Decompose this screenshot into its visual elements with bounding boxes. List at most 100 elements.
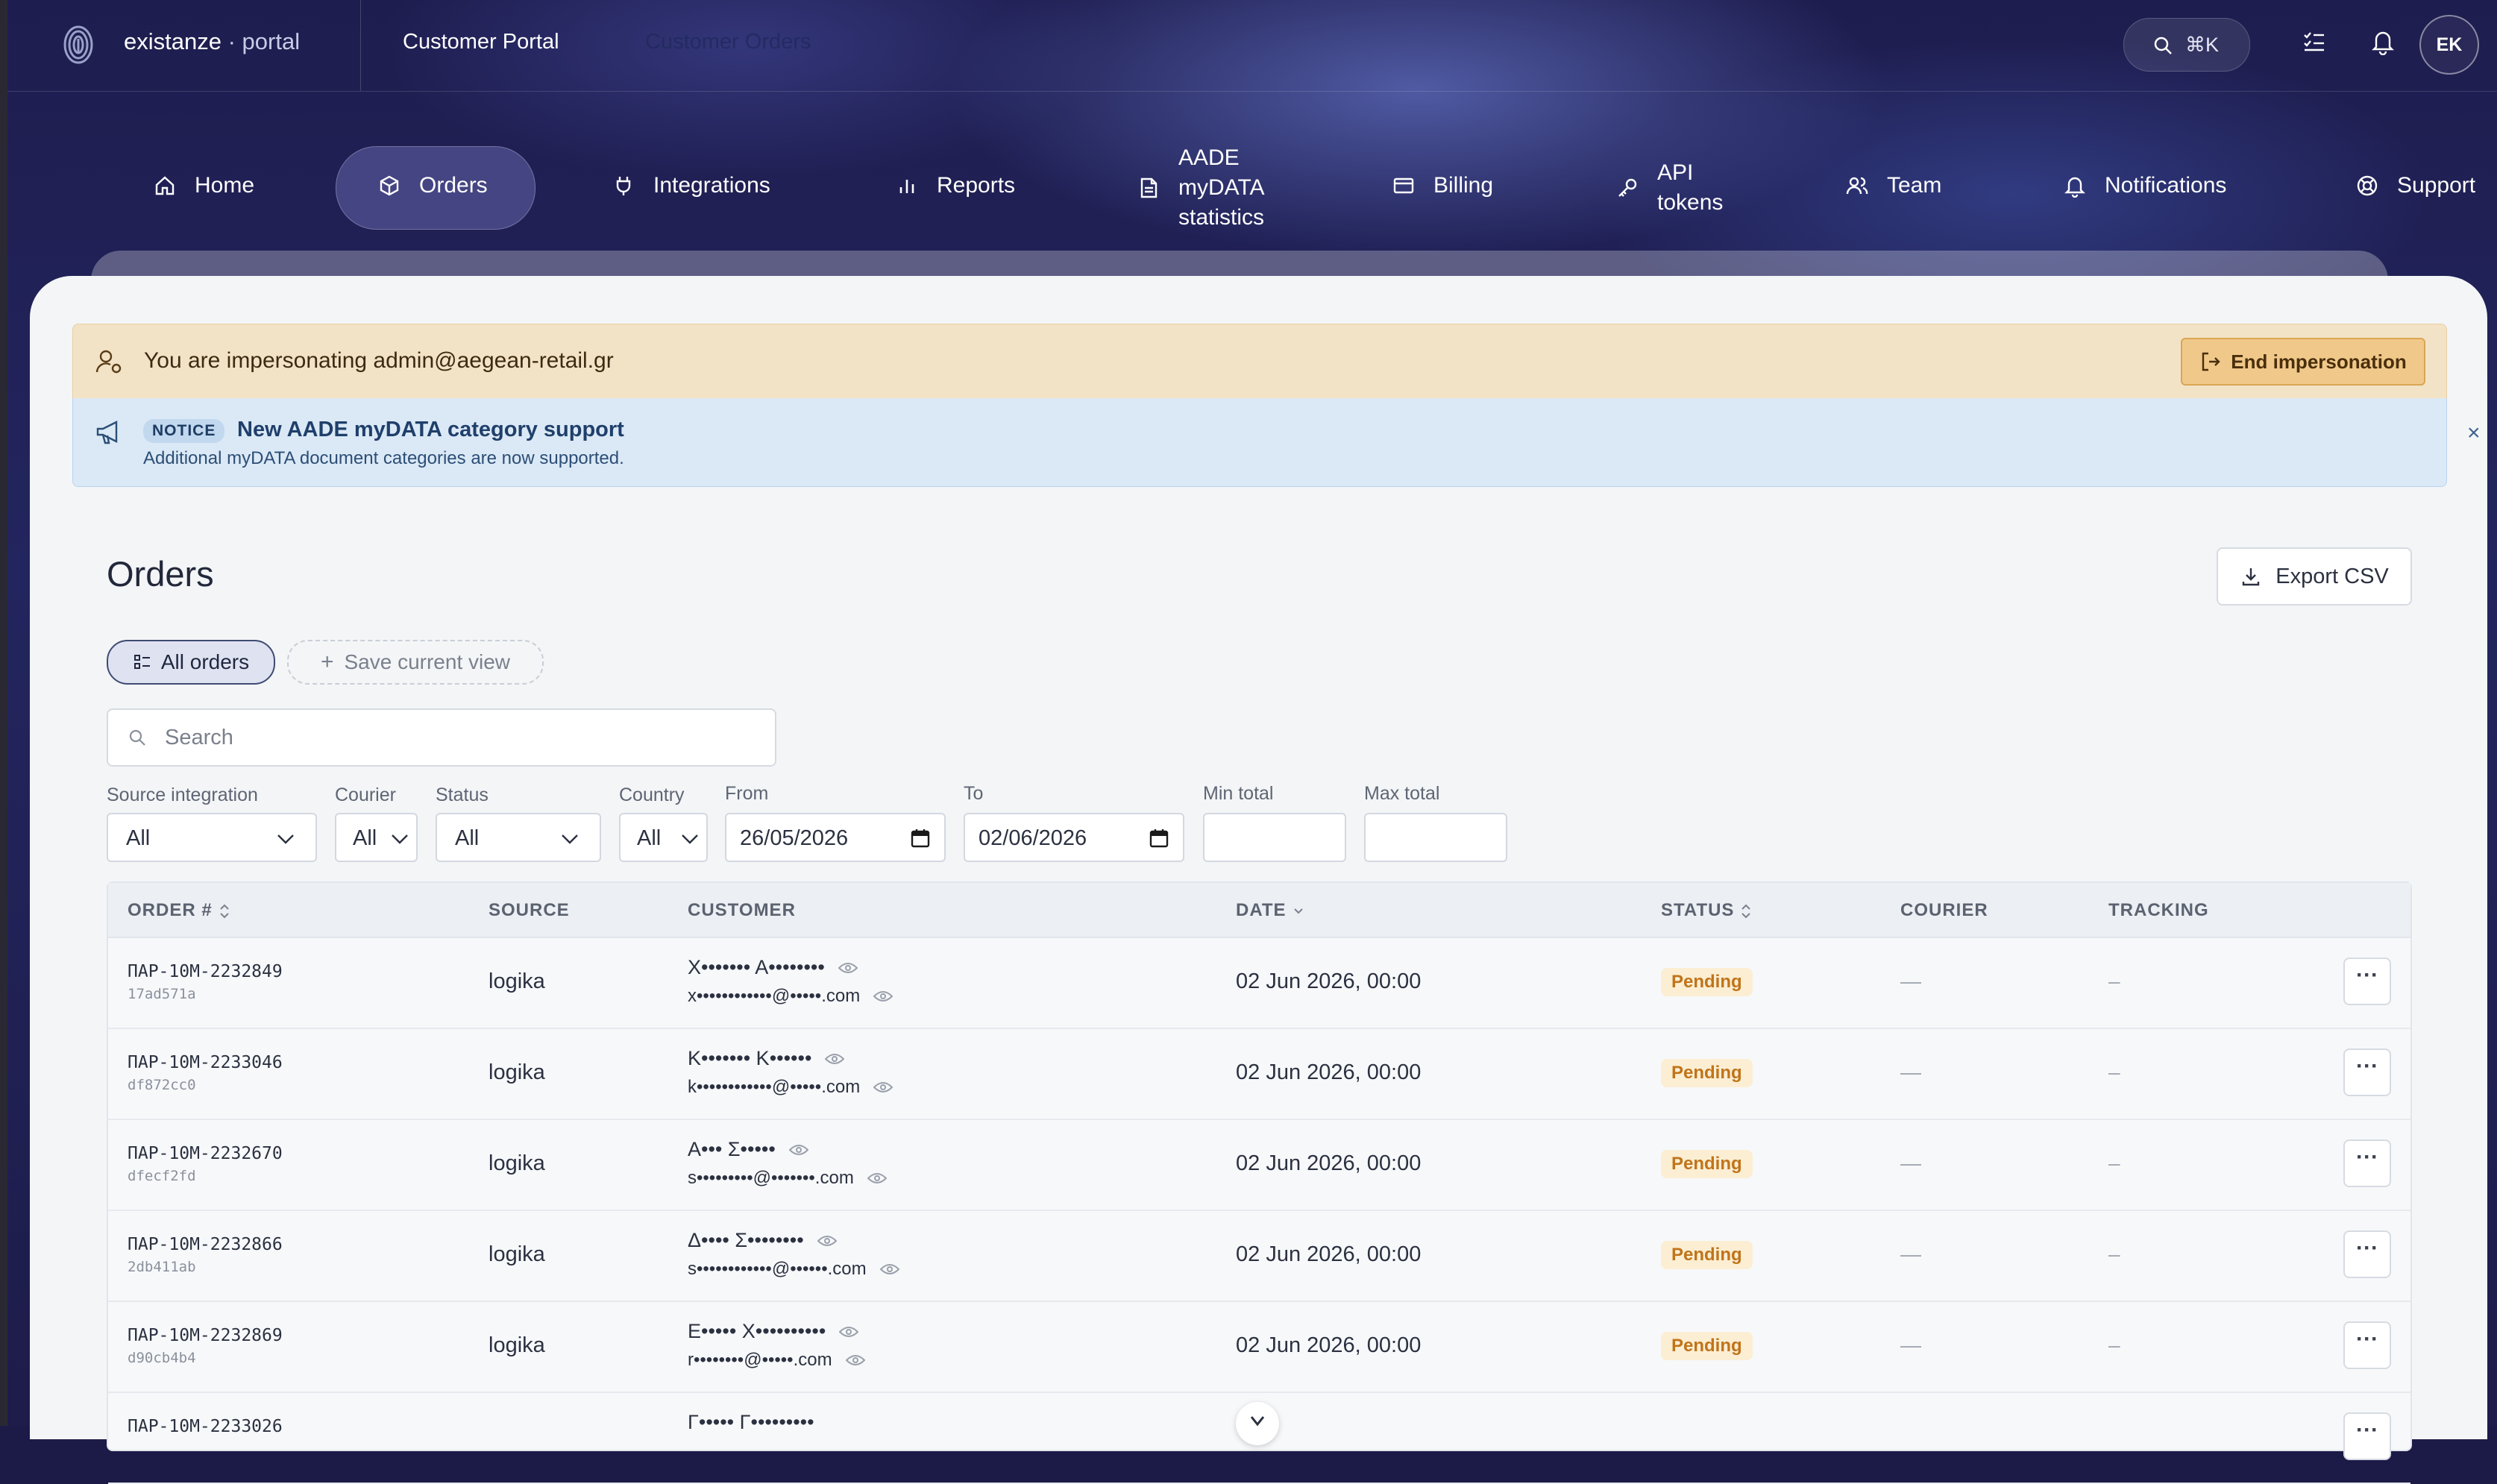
order-tracking: – bbox=[2108, 1242, 2120, 1266]
status-badge: Pending bbox=[1661, 968, 1753, 996]
brand-name: existanze bbox=[124, 28, 222, 54]
eye-icon[interactable] bbox=[879, 1263, 899, 1276]
filter-courier-label: Courier bbox=[335, 785, 396, 805]
filter-max-total-input[interactable] bbox=[1364, 813, 1507, 862]
status-badge: Pending bbox=[1661, 1241, 1753, 1269]
row-actions-button[interactable]: ··· bbox=[2343, 1412, 2391, 1460]
order-tracking: – bbox=[2108, 1333, 2120, 1356]
row-actions-button[interactable]: ··· bbox=[2343, 958, 2391, 1005]
order-hash: d90cb4b4 bbox=[128, 1350, 196, 1366]
filter-country-value: All bbox=[637, 826, 662, 850]
notice-banner: NOTICE New AADE myDATA category support … bbox=[72, 398, 2481, 487]
search-field[interactable] bbox=[107, 708, 776, 767]
scroll-down-button[interactable] bbox=[1236, 1402, 1279, 1445]
nav-orders-label: Orders bbox=[419, 173, 488, 198]
nav-team[interactable]: Team bbox=[1845, 173, 1941, 198]
nav-notifications[interactable]: Notifications bbox=[2063, 173, 2226, 198]
column-customer: CUSTOMER bbox=[688, 900, 796, 920]
orders-table: ORDER # SOURCE CUSTOMER DATE STATUS COUR… bbox=[107, 881, 2412, 1484]
filter-courier-value: All bbox=[353, 826, 377, 850]
filter-to-label: To bbox=[964, 783, 984, 804]
window-edge bbox=[0, 0, 7, 1426]
order-number[interactable]: ΠΑΡ-10Μ-2232866 bbox=[128, 1235, 283, 1254]
order-number[interactable]: ΠΑΡ-10Μ-2233046 bbox=[128, 1053, 283, 1072]
customer-email-text: s••••••••••••@••••••.com bbox=[688, 1259, 867, 1279]
column-order[interactable]: ORDER # bbox=[128, 900, 230, 921]
eye-icon[interactable] bbox=[873, 990, 893, 1003]
eye-icon[interactable] bbox=[867, 1172, 887, 1185]
nav-api-tokens[interactable]: API tokens bbox=[1615, 158, 1723, 218]
status-badge: Pending bbox=[1661, 1332, 1753, 1360]
table-row[interactable]: ΠΑΡ-10Μ-2232670 dfecf2fd logika Α••• Σ••… bbox=[108, 1119, 2410, 1211]
eye-icon[interactable] bbox=[788, 1143, 808, 1157]
table-row[interactable]: ΠΑΡ-10Μ-2233046 df872cc0 logika Κ•••••••… bbox=[108, 1028, 2410, 1120]
row-actions-button[interactable]: ··· bbox=[2343, 1048, 2391, 1096]
nav-orders[interactable]: Orders bbox=[377, 173, 488, 198]
filter-min-total-input[interactable] bbox=[1203, 813, 1346, 862]
save-current-view-button[interactable]: + Save current view bbox=[287, 640, 544, 685]
customer-name: Δ•••• Σ•••••••• bbox=[688, 1229, 837, 1252]
eye-icon[interactable] bbox=[825, 1052, 845, 1066]
breadcrumb-portal[interactable]: Customer Portal bbox=[403, 30, 559, 54]
save-current-view-label: Save current view bbox=[344, 650, 511, 673]
nav-integrations[interactable]: Integrations bbox=[612, 173, 770, 198]
chevron-down-icon bbox=[682, 834, 698, 844]
column-status[interactable]: STATUS bbox=[1661, 900, 1752, 921]
filter-to-date[interactable]: 02/06/2026 bbox=[964, 813, 1184, 862]
chevron-down-icon bbox=[562, 834, 578, 844]
column-date[interactable]: DATE bbox=[1236, 900, 1304, 921]
row-actions-button[interactable]: ··· bbox=[2343, 1230, 2391, 1278]
customer-email: r••••••••@•••••.com bbox=[688, 1350, 865, 1371]
filter-from-date[interactable]: 26/05/2026 bbox=[725, 813, 946, 862]
eye-icon[interactable] bbox=[838, 961, 858, 975]
nav-reports[interactable]: Reports bbox=[895, 173, 1015, 198]
user-avatar[interactable]: EK bbox=[2419, 15, 2479, 75]
eye-icon[interactable] bbox=[817, 1234, 837, 1248]
calendar-icon bbox=[1149, 829, 1169, 848]
brand[interactable]: existanze · portal bbox=[124, 28, 300, 55]
column-courier: COURIER bbox=[1900, 900, 1988, 920]
list-icon bbox=[134, 655, 150, 669]
row-actions-button[interactable]: ··· bbox=[2343, 1139, 2391, 1187]
view-all-orders[interactable]: All orders bbox=[107, 640, 275, 685]
filter-country-select[interactable]: All bbox=[619, 813, 708, 862]
filter-courier-select[interactable]: All bbox=[335, 813, 418, 862]
table-row[interactable]: ΠΑΡ-10Μ-2232849 17ad571a logika Χ•••••••… bbox=[108, 937, 2410, 1029]
checklist-icon[interactable] bbox=[2302, 28, 2327, 54]
customer-email-text: x••••••••••••@•••••.com bbox=[688, 986, 861, 1006]
eye-icon[interactable] bbox=[873, 1081, 893, 1094]
order-number[interactable]: ΠΑΡ-10Μ-2232849 bbox=[128, 962, 283, 981]
customer-name: Α••• Σ••••• bbox=[688, 1138, 808, 1161]
nav-home[interactable]: Home bbox=[153, 173, 254, 198]
page-title: Orders bbox=[107, 554, 214, 594]
filter-source-select[interactable]: All bbox=[107, 813, 317, 862]
status-badge: Pending bbox=[1661, 1059, 1753, 1087]
nav-support[interactable]: Support bbox=[2355, 173, 2475, 198]
customer-email-text: r••••••••@•••••.com bbox=[688, 1350, 832, 1370]
bell-icon[interactable] bbox=[2370, 28, 2396, 55]
order-date: 02 Jun 2026, 00:00 bbox=[1236, 1060, 1422, 1084]
search-input[interactable] bbox=[163, 722, 748, 753]
nav-billing[interactable]: Billing bbox=[1392, 173, 1493, 198]
nav-support-label: Support bbox=[2397, 173, 2476, 198]
customer-name-text: Γ••••• Γ••••••••• bbox=[688, 1411, 814, 1433]
end-impersonation-button[interactable]: End impersonation bbox=[2181, 338, 2425, 386]
eye-icon[interactable] bbox=[839, 1325, 859, 1339]
row-actions-button[interactable]: ··· bbox=[2343, 1321, 2391, 1369]
eye-icon[interactable] bbox=[845, 1353, 865, 1367]
order-source: logika bbox=[489, 1151, 545, 1175]
users-icon bbox=[1846, 177, 1868, 195]
table-row[interactable]: ΠΑΡ-10Μ-2232869 d90cb4b4 logika Ε••••• Χ… bbox=[108, 1301, 2410, 1393]
export-csv-button[interactable]: Export CSV bbox=[2217, 547, 2412, 606]
order-number[interactable]: ΠΑΡ-10Μ-2233026 bbox=[128, 1417, 283, 1436]
notice-close-icon[interactable]: × bbox=[2467, 421, 2481, 446]
table-row[interactable]: ΠΑΡ-10Μ-2232866 2db411ab logika Δ•••• Σ•… bbox=[108, 1210, 2410, 1302]
filter-status-select[interactable]: All bbox=[436, 813, 601, 862]
command-search-button[interactable]: ⌘K bbox=[2123, 18, 2250, 72]
nav-aade-statistics[interactable]: AADE myDATA statistics bbox=[1137, 143, 1265, 233]
order-number[interactable]: ΠΑΡ-10Μ-2232670 bbox=[128, 1144, 283, 1163]
order-source: logika bbox=[489, 1333, 545, 1357]
order-date: 02 Jun 2026, 00:00 bbox=[1236, 969, 1422, 993]
order-number[interactable]: ΠΑΡ-10Μ-2232869 bbox=[128, 1326, 283, 1345]
nav-notifications-label: Notifications bbox=[2105, 173, 2227, 198]
